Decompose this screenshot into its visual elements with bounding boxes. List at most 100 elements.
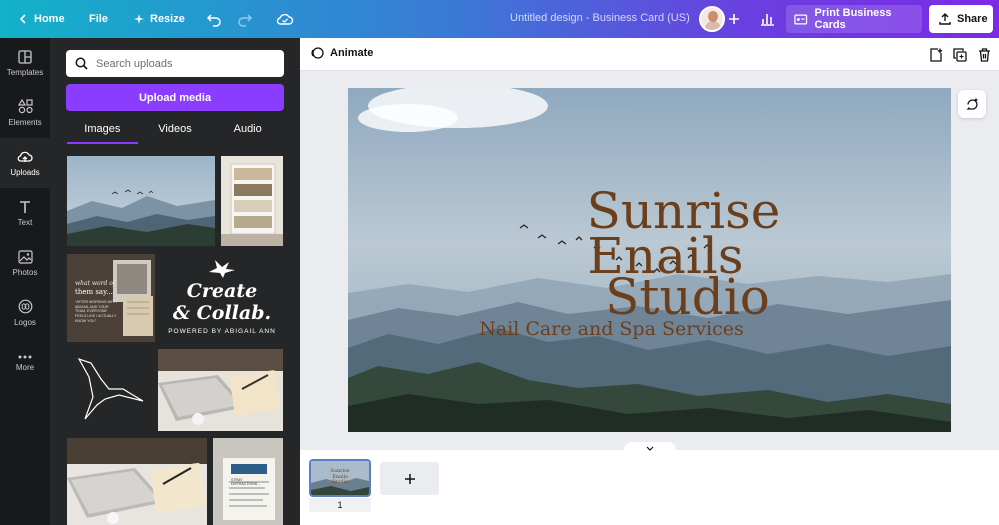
tab-images[interactable]: Images [66,118,139,144]
add-page-icon [930,48,943,62]
file-label: File [89,13,108,25]
add-page-button[interactable] [380,462,439,495]
rail-item-uploads[interactable]: Uploads [0,138,50,188]
delete-page-button[interactable] [974,45,994,65]
page-thumbnail-text: Sunrise Enails Studio [330,468,350,485]
page-thumbnail[interactable]: Sunrise Enails Studio [309,459,371,497]
upload-arrow-icon [939,13,951,25]
rail-label: Elements [8,118,42,127]
sparkle-icon [134,14,144,24]
refresh-design-button[interactable] [958,90,986,118]
upload-media-label: Upload media [138,91,212,104]
chevron-down-icon [646,446,654,451]
search-icon [75,57,88,70]
rail-item-more[interactable]: More [0,338,50,388]
elements-icon [17,99,33,114]
laptop-desk-photo [158,349,283,431]
testimonial-heading: what word of [75,280,116,287]
upload-cloud-icon [17,151,33,162]
share-label: Share [957,13,988,25]
text-icon [20,200,30,213]
page-number: 1 [309,498,371,512]
refresh-comment-icon [966,98,978,110]
rail-item-elements[interactable]: Elements [0,88,50,138]
share-button[interactable]: Share [929,5,993,33]
undo-icon [206,14,221,27]
mountain-photo [67,156,215,246]
redo-icon [238,14,253,27]
chevron-left-icon [19,14,26,24]
templates-icon [18,49,32,64]
laptop-photo [67,254,155,342]
laptop-notebook-photo [67,438,207,525]
bar-chart-icon [761,14,774,26]
insights-button[interactable] [755,7,779,31]
search-placeholder: Search uploads [96,57,173,70]
design-title-line3[interactable]: Studio [386,272,951,322]
duplicate-page-button[interactable] [950,45,970,65]
top-bar: Home File Resize Untitled design - Busin… [0,0,999,38]
upload-image-note[interactable]: STRAY DISTRACTIONS... [213,438,283,525]
duplicate-icon [953,48,967,62]
testimonial-quote: "AFTER WORKING WITH ABIGAIL AND YOUR TEA… [75,300,117,323]
tab-videos[interactable]: Videos [139,118,212,144]
print-business-cards-button[interactable]: Print Business Cards [786,5,922,33]
print-label: Print Business Cards [814,7,892,31]
bird-logo-icon [209,260,235,278]
design-canvas[interactable]: Sunrise Enails Studio Nail Care and Spa … [348,88,951,432]
testimonial-heading-2: them say... [75,288,113,296]
tab-audio[interactable]: Audio [211,118,284,144]
pages-toggle-button[interactable] [624,442,676,454]
undo-button[interactable] [202,7,226,31]
rail-label: Photos [12,267,38,277]
cloud-check-icon [276,13,294,25]
file-menu-button[interactable]: File [77,0,120,38]
rail-item-photos[interactable]: Photos [0,238,50,288]
rail-label: Logos [14,318,36,327]
home-label: Home [34,13,65,25]
editor-toolbar: Animate [300,38,999,71]
upload-media-button[interactable]: Upload media [66,84,284,111]
animate-button[interactable]: Animate [310,46,373,60]
plus-icon [404,473,415,484]
note-text: STRAY DISTRACTIONS... [231,478,260,486]
save-status-button[interactable] [273,7,297,31]
upload-image-bird-outline[interactable] [67,349,155,429]
resize-button[interactable]: Resize [122,0,197,38]
search-input[interactable]: Search uploads [66,50,284,77]
animate-icon [311,47,324,59]
upload-image-laptop-desk[interactable] [158,349,283,431]
uploads-panel: Search uploads Upload media Images Video… [50,38,300,525]
upload-image-laptop-notebook[interactable] [67,438,207,525]
collab-line1: Create [186,280,258,302]
design-subtitle[interactable]: Nail Care and Spa Services [348,320,913,339]
upload-image-mountains[interactable] [67,156,215,246]
side-rail: Templates Elements Uploads Text Photos L… [0,38,50,525]
upload-image-testimonial[interactable]: what word of them say... "AFTER WORKING … [67,254,155,342]
rail-item-text[interactable]: Text [0,188,50,238]
upload-image-shelf[interactable] [221,156,283,246]
media-tabs: Images Videos Audio [66,118,284,144]
redo-button[interactable] [233,7,257,31]
add-collaborator-button[interactable] [722,7,746,31]
plus-icon [729,14,739,24]
photo-icon [17,249,33,264]
upload-image-collab-logo[interactable]: Create & Collab. POWERED BY ABIGAIL ANN [161,254,283,342]
rail-label: Templates [6,67,44,77]
rail-label: Text [17,217,33,227]
more-dots-icon [18,355,32,358]
rail-item-logos[interactable]: Logos [0,288,50,338]
animate-label: Animate [330,47,374,59]
business-card-icon [794,14,808,24]
collab-line2: & Collab. [172,302,272,324]
add-page-icon-button[interactable] [926,45,946,65]
shelf-photo [221,156,283,246]
bird-outline-icon [77,357,144,420]
home-button[interactable]: Home [6,0,77,38]
document-title[interactable]: Untitled design - Business Card (US) [510,12,690,24]
rail-label: Uploads [10,167,40,177]
rail-item-templates[interactable]: Templates [0,38,50,88]
logo-icon [18,299,32,314]
rail-label: More [15,362,35,372]
resize-label: Resize [150,13,185,25]
